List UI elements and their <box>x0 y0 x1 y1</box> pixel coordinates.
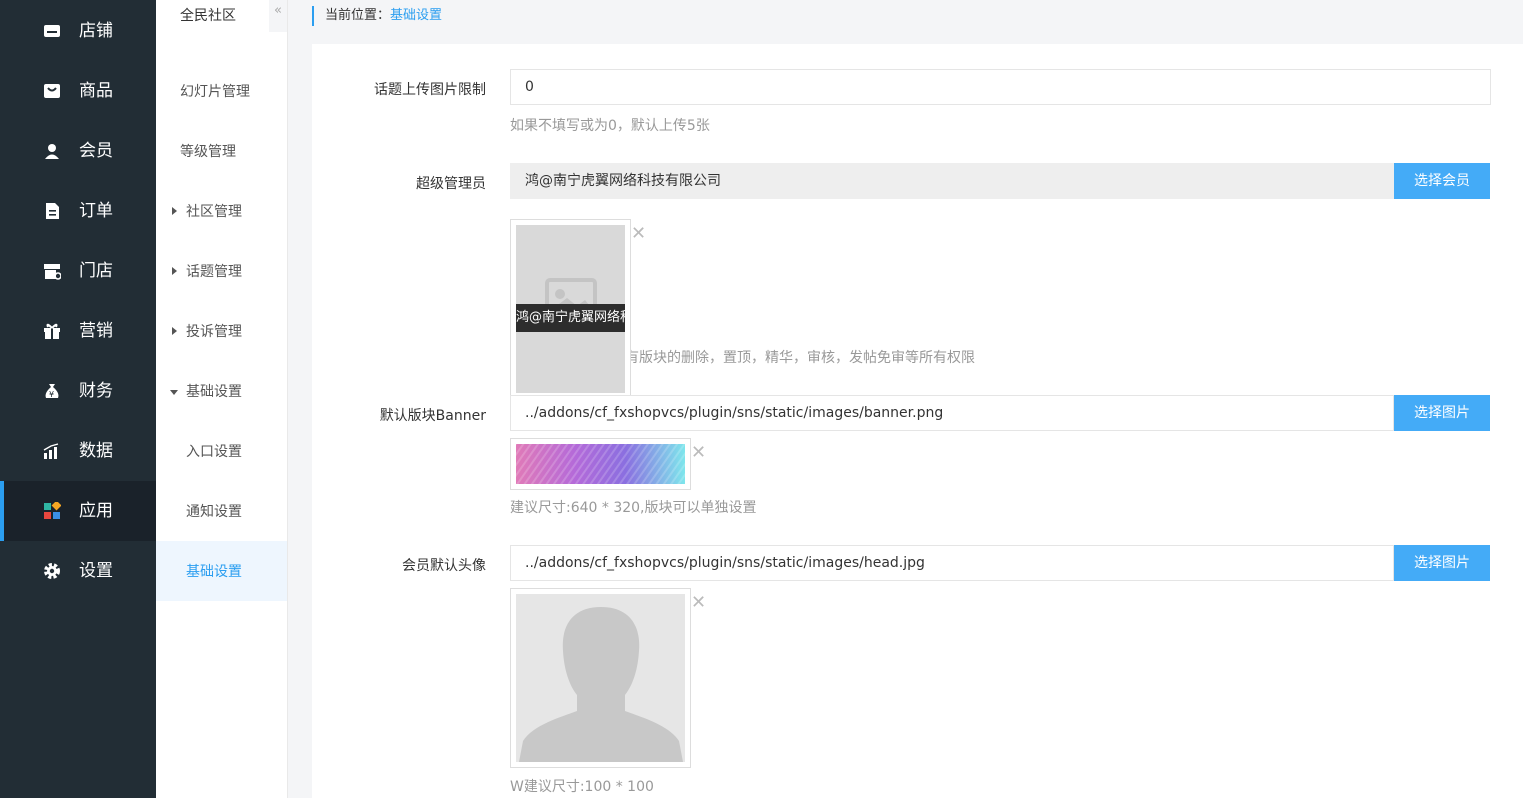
sub-nav-label: 投诉管理 <box>186 324 242 340</box>
caret-down-icon <box>170 390 178 395</box>
delete-avatar-icon[interactable]: ✕ <box>691 594 706 612</box>
banner-input[interactable]: ../addons/cf_fxshopvcs/plugin/sns/static… <box>510 395 1394 431</box>
nav-item-label: 订单 <box>79 201 113 221</box>
nav-item-3[interactable]: 订单 <box>0 181 156 241</box>
avatar-label: 会员默认头像 <box>402 558 486 574</box>
nav-item-label: 设置 <box>79 561 113 581</box>
sub-nav-label: 幻灯片管理 <box>180 84 250 100</box>
sub-nav-label: 入口设置 <box>186 444 242 460</box>
delete-member-icon[interactable]: ✕ <box>631 225 646 243</box>
nav-item-1[interactable]: 商品 <box>0 61 156 121</box>
select-avatar-button[interactable]: 选择图片 <box>1394 545 1490 581</box>
member-icon <box>43 142 61 160</box>
member-thumbnail-caption: 鸿@南宁虎翼网络科技有限公司 <box>516 304 625 332</box>
caret-right-icon <box>172 267 177 275</box>
nav-item-label: 应用 <box>79 501 113 521</box>
sub-nav-label: 等级管理 <box>180 144 236 160</box>
sub-nav-item-7[interactable]: 通知设置 <box>156 481 287 541</box>
breadcrumb-current[interactable]: 基础设置 <box>390 8 442 23</box>
sub-nav-item-2[interactable]: 社区管理 <box>156 181 287 241</box>
shop-icon <box>43 262 62 280</box>
sub-nav-item-4[interactable]: 投诉管理 <box>156 301 287 361</box>
nav-item-label: 门店 <box>79 261 113 281</box>
nav-item-0[interactable]: 店铺 <box>0 1 156 61</box>
sub-sidebar-title: 全民社区 <box>180 8 236 24</box>
super-admin-label: 超级管理员 <box>416 176 486 192</box>
gear-icon <box>43 562 61 580</box>
money-bag-icon: ¥ <box>43 382 61 400</box>
nav-item-label: 营销 <box>79 321 113 341</box>
nav-item-6[interactable]: ¥ 财务 <box>0 361 156 421</box>
nav-item-label: 商品 <box>79 81 113 101</box>
upload-limit-input[interactable]: 0 <box>510 69 1491 105</box>
caret-right-icon <box>172 207 177 215</box>
nav-item-label: 会员 <box>79 141 113 161</box>
breadcrumb-prefix: 当前位置： <box>325 8 391 23</box>
nav-item-4[interactable]: 门店 <box>0 241 156 301</box>
breadcrumb: 当前位置：基础设置 <box>312 6 442 26</box>
nav-item-7[interactable]: 数据 <box>0 421 156 481</box>
sub-nav-label: 通知设置 <box>186 504 242 520</box>
nav-item-5[interactable]: 营销 <box>0 301 156 361</box>
chart-icon <box>43 442 61 460</box>
sub-nav-label: 话题管理 <box>186 264 242 280</box>
delete-banner-icon[interactable]: ✕ <box>691 444 706 462</box>
nav-item-label: 店铺 <box>79 21 113 41</box>
select-member-button[interactable]: 选择会员 <box>1394 163 1490 199</box>
apps-icon <box>43 500 62 520</box>
super-admin-help: 有版块的删除，置顶，精华，审核，发帖免审等所有权限 <box>625 350 975 366</box>
store-icon <box>43 22 61 40</box>
banner-thumbnail <box>510 438 691 490</box>
nav-item-8[interactable]: 应用 <box>0 481 156 541</box>
caret-right-icon <box>172 327 177 335</box>
sub-nav-item-8[interactable]: 基础设置 <box>156 541 287 601</box>
sub-nav-item-0[interactable]: 幻灯片管理 <box>156 61 287 121</box>
avatar-help: W建议尺寸:100 * 100 <box>510 779 654 795</box>
sub-nav-item-5[interactable]: 基础设置 <box>156 361 287 421</box>
nav-item-9[interactable]: 设置 <box>0 541 156 601</box>
select-banner-button[interactable]: 选择图片 <box>1394 395 1490 431</box>
sub-nav-label: 基础设置 <box>186 564 242 580</box>
sub-nav-label: 基础设置 <box>186 384 242 400</box>
sub-nav-label: 社区管理 <box>186 204 242 220</box>
banner-label: 默认版块Banner <box>379 408 486 424</box>
sub-nav-item-1[interactable]: 等级管理 <box>156 121 287 181</box>
super-admin-input: 鸿@南宁虎翼网络科技有限公司 <box>510 163 1394 199</box>
collapse-sidebar-icon[interactable]: « <box>269 0 287 32</box>
banner-image <box>516 444 685 484</box>
order-icon <box>43 202 61 220</box>
upload-limit-label: 话题上传图片限制 <box>374 82 486 98</box>
nav-item-label: 财务 <box>79 381 113 401</box>
default-avatar-icon <box>516 594 685 762</box>
svg-text:¥: ¥ <box>49 390 54 399</box>
nav-item-label: 数据 <box>79 441 113 461</box>
upload-limit-help: 如果不填写或为0，默认上传5张 <box>510 118 710 134</box>
goods-icon <box>43 82 61 100</box>
sub-nav-item-3[interactable]: 话题管理 <box>156 241 287 301</box>
gift-icon <box>43 322 61 340</box>
nav-item-2[interactable]: 会员 <box>0 121 156 181</box>
avatar-input[interactable]: ../addons/cf_fxshopvcs/plugin/sns/static… <box>510 545 1394 581</box>
banner-help: 建议尺寸:640 * 320,版块可以单独设置 <box>510 500 757 516</box>
member-thumbnail: 鸿@南宁虎翼网络科技有限公司 <box>510 219 631 398</box>
avatar-thumbnail <box>510 588 691 768</box>
sub-nav-item-6[interactable]: 入口设置 <box>156 421 287 481</box>
